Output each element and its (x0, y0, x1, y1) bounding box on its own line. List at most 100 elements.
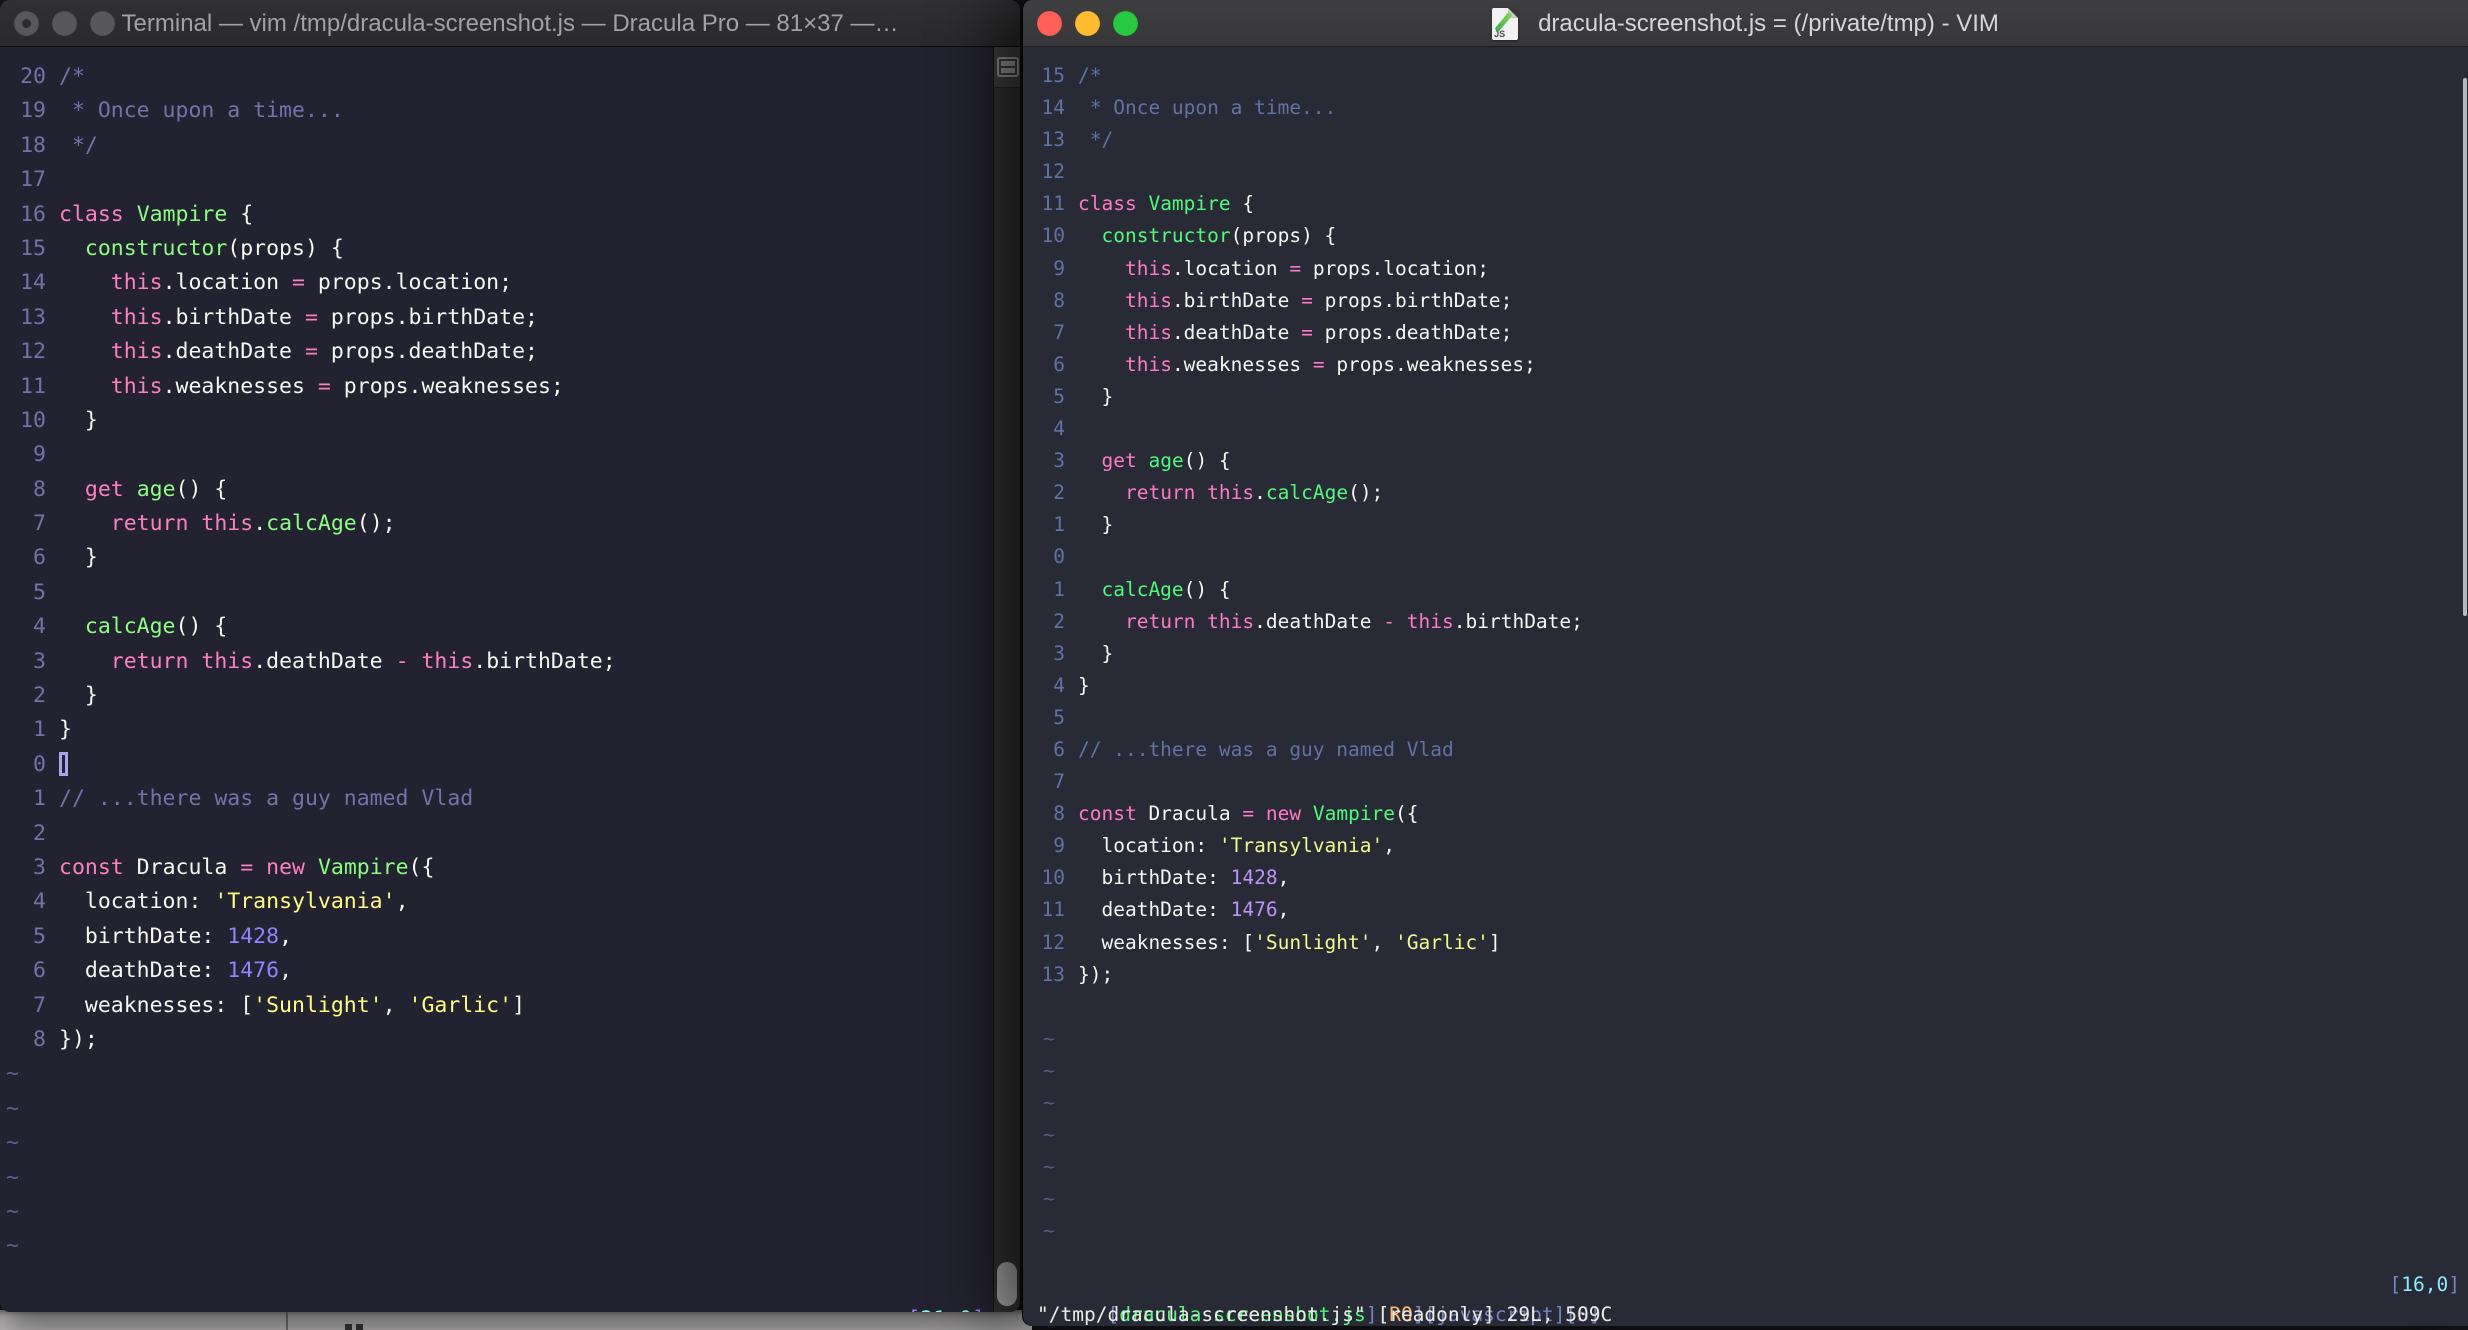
line-number: 4 (33, 614, 46, 640)
terminal-window: Terminal — vim /tmp/dracula-screenshot.j… (0, 0, 1020, 1312)
code-line: 1// ...there was a guy named Vlad (0, 782, 993, 816)
empty-line-tilde: ~ (1043, 1058, 1055, 1082)
code-line: 4} (1037, 670, 2468, 702)
line-number: 6 (33, 958, 46, 984)
code-line: 1 calcAge() { (1037, 574, 2468, 606)
js-document-icon: JS (1492, 7, 1519, 40)
code-line: 14 * Once upon a time... (1037, 92, 2468, 124)
code-line: 3 get age() { (1037, 445, 2468, 477)
code-line: 8 const Dracula = new Vampire({ (1037, 798, 2468, 830)
code-line: 14 this.location = props.location; (0, 266, 993, 300)
macvim-titlebar[interactable]: JS dracula-screenshot.js = (/private/tmp… (1023, 0, 2468, 47)
line-number: 10 (1041, 224, 1065, 248)
line-number: 5 (33, 579, 46, 605)
code-line: 12 (1037, 156, 2468, 188)
code-line: 19 * Once upon a time... (0, 94, 993, 128)
code-line: 7 (1037, 766, 2468, 798)
split-pane-button[interactable] (994, 47, 1020, 88)
empty-line-tilde: ~ (6, 1164, 19, 1190)
line-number: 7 (1053, 770, 1065, 794)
line-number: 0 (1053, 545, 1065, 569)
code-line: 4 calcAge() { (0, 610, 993, 644)
line-number: 12 (20, 339, 46, 365)
code-line: 13}); (1037, 959, 2468, 991)
code-line: 8 get age() { (0, 473, 993, 507)
line-number: 15 (1041, 64, 1065, 87)
line-number: 0 (33, 751, 46, 777)
terminal-scrollbar[interactable] (993, 47, 1020, 1312)
macvim-scrollbar-thumb[interactable] (2463, 78, 2467, 616)
code-line: 11 class Vampire { (1037, 188, 2468, 220)
code-line: 12 this.deathDate = props.deathDate; (0, 335, 993, 369)
empty-line-tilde: ~ (1043, 1123, 1055, 1147)
code-line: 12 weaknesses: ['Sunlight', 'Garlic'] (1037, 927, 2468, 959)
line-number: 19 (20, 98, 46, 124)
line-number: 18 (20, 132, 46, 158)
empty-line-tilde: ~ (6, 1198, 19, 1224)
line-number: 17 (20, 167, 46, 193)
empty-line-tilde (1037, 991, 2468, 1023)
code-line: 15 constructor(props) { (0, 232, 993, 266)
line-number: 14 (20, 270, 46, 296)
line-number: 7 (33, 992, 46, 1018)
code-line: 16 class Vampire { (0, 198, 993, 232)
terminal-titlebar[interactable]: Terminal — vim /tmp/dracula-screenshot.j… (0, 0, 1020, 47)
code-line: 9 (0, 438, 993, 472)
cursor-position: [16,0] (2389, 1273, 2460, 1296)
line-number: 2 (1053, 481, 1065, 505)
line-number: 10 (20, 407, 46, 433)
vim-statusline: [dracula-screenshot.js][javascript][S] [… (8, 1303, 989, 1312)
code-line: 13 */ (1037, 124, 2468, 156)
code-line: 0 (1037, 541, 2468, 573)
line-number: 16 (20, 201, 46, 227)
scrollbar-thumb[interactable] (997, 1262, 1017, 1306)
background-text-fragment (356, 1324, 363, 1330)
line-number: 7 (1053, 320, 1065, 344)
line-number: 10 (1041, 866, 1065, 890)
code-line: 6 this.weaknesses = props.weaknesses; (1037, 349, 2468, 381)
code-line: 3 return this.deathDate - this.birthDate… (0, 645, 993, 679)
split-pane-icon (996, 57, 1019, 77)
background-text-fragment (345, 1324, 352, 1330)
line-number: 9 (1053, 256, 1065, 280)
code-line: 2 (0, 817, 993, 851)
empty-line-tilde: ~ (1043, 1155, 1055, 1179)
line-number: 11 (1041, 898, 1065, 922)
desktop: Terminal — vim /tmp/dracula-screenshot.j… (0, 0, 2468, 1330)
macvim-window: JS dracula-screenshot.js = (/private/tmp… (1022, 0, 2468, 1326)
vim-cursor (59, 751, 68, 776)
code-line: 10 } (0, 404, 993, 438)
vim-statusline: [dracula-screenshot.js][RO][javascript][… (1037, 1270, 2460, 1326)
code-line: 2 } (0, 679, 993, 713)
line-number: 4 (33, 889, 46, 915)
macvim-title-text: dracula-screenshot.js = (/private/tmp) -… (1538, 9, 1999, 37)
line-number: 8 (1053, 288, 1065, 312)
code-line: 6 deathDate: 1476, (0, 954, 993, 988)
line-number: 2 (1053, 609, 1065, 633)
line-number: 15 (20, 235, 46, 261)
code-line: 8}); (0, 1023, 993, 1057)
vim-buffer[interactable]: 20/* 19 * Once upon a time... 18 */ 17 16 cla… (0, 47, 993, 1312)
code-line: 9 location: 'Transylvania', (1037, 830, 2468, 862)
code-line: 2 return this.calcAge(); (1037, 477, 2468, 509)
code-line: 11 this.weaknesses = props.weaknesses; (0, 370, 993, 404)
code-line: 20/* (0, 60, 993, 94)
code-line: 17 (0, 163, 993, 197)
line-number: 8 (33, 1026, 46, 1052)
line-number: 9 (33, 442, 46, 468)
vim-buffer[interactable]: 15/* 14 * Once upon a time... 13 */12 11 cla… (1025, 47, 2468, 1266)
line-number: 1 (1053, 577, 1065, 601)
empty-line-tilde: ~ (1043, 1026, 1055, 1050)
terminal-window-title: Terminal — vim /tmp/dracula-screenshot.j… (121, 9, 899, 37)
empty-line-tilde: ~ (6, 1233, 19, 1259)
code-line: 10 birthDate: 1428, (1037, 862, 2468, 894)
line-number: 2 (33, 820, 46, 846)
code-line: 10 constructor(props) { (1037, 220, 2468, 252)
code-line: 11 deathDate: 1476, (1037, 894, 2468, 926)
empty-line-tilde: ~ (1043, 1091, 1055, 1114)
code-line: 18 */ (0, 129, 993, 163)
terminal-content: 20/* 19 * Once upon a time... 18 */ 17 16 cla… (0, 47, 993, 1312)
line-number: 8 (33, 476, 46, 502)
line-number: 6 (33, 545, 46, 571)
code-line: 5 (0, 576, 993, 610)
